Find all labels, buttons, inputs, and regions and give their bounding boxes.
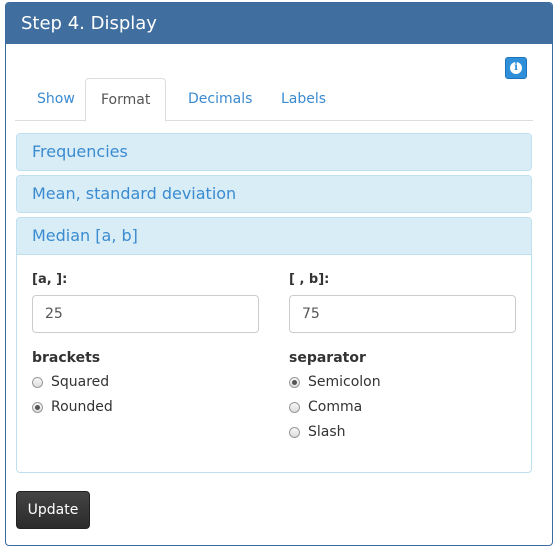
radio-comma-label: Comma xyxy=(308,399,363,415)
info-icon: i xyxy=(510,62,522,74)
a-input[interactable]: 25 xyxy=(32,295,259,333)
brackets-option-squared[interactable]: Squared xyxy=(32,374,109,390)
accordion-frequencies-header[interactable]: Frequencies xyxy=(17,134,531,170)
separator-option-semicolon[interactable]: Semicolon xyxy=(289,374,381,390)
radio-slash[interactable] xyxy=(289,426,300,438)
separator-option-comma[interactable]: Comma xyxy=(289,399,362,415)
accordion-median-header[interactable]: Median [a, b] xyxy=(17,218,531,254)
panel-title: Step 4. Display xyxy=(6,3,552,44)
radio-comma[interactable] xyxy=(289,401,300,413)
separator-label: separator xyxy=(289,350,366,366)
radio-semicolon[interactable] xyxy=(289,376,300,388)
accordion-median: Median [a, b] [a, ]: 25 [ , b]: 75 brack… xyxy=(16,217,532,473)
radio-squared-label: Squared xyxy=(51,374,110,390)
a-label: [a, ]: xyxy=(32,272,68,287)
brackets-label: brackets xyxy=(32,350,101,366)
radio-squared[interactable] xyxy=(32,376,43,388)
radio-slash-label: Slash xyxy=(308,424,346,440)
update-button[interactable]: Update xyxy=(16,491,90,529)
median-options: [a, ]: 25 [ , b]: 75 brackets Squared Ro… xyxy=(17,254,531,471)
radio-semicolon-label: Semicolon xyxy=(308,374,381,390)
accordion-frequencies[interactable]: Frequencies xyxy=(16,133,532,171)
b-label: [ , b]: xyxy=(289,272,330,287)
tab-decimals[interactable]: Decimals xyxy=(173,78,267,121)
tab-show[interactable]: Show xyxy=(22,78,90,121)
b-input[interactable]: 75 xyxy=(289,295,516,333)
tab-labels[interactable]: Labels xyxy=(266,78,341,121)
radio-rounded-label: Rounded xyxy=(51,399,113,415)
info-button[interactable]: i xyxy=(505,57,527,79)
tab-format[interactable]: Format xyxy=(85,78,167,122)
brackets-option-rounded[interactable]: Rounded xyxy=(32,399,113,415)
tab-bar: Show Format Decimals Labels xyxy=(15,78,533,122)
separator-option-slash[interactable]: Slash xyxy=(289,424,346,440)
accordion-mean-sd-header[interactable]: Mean, standard deviation xyxy=(17,176,531,212)
accordion-mean-sd[interactable]: Mean, standard deviation xyxy=(16,175,532,213)
radio-rounded[interactable] xyxy=(32,401,43,413)
